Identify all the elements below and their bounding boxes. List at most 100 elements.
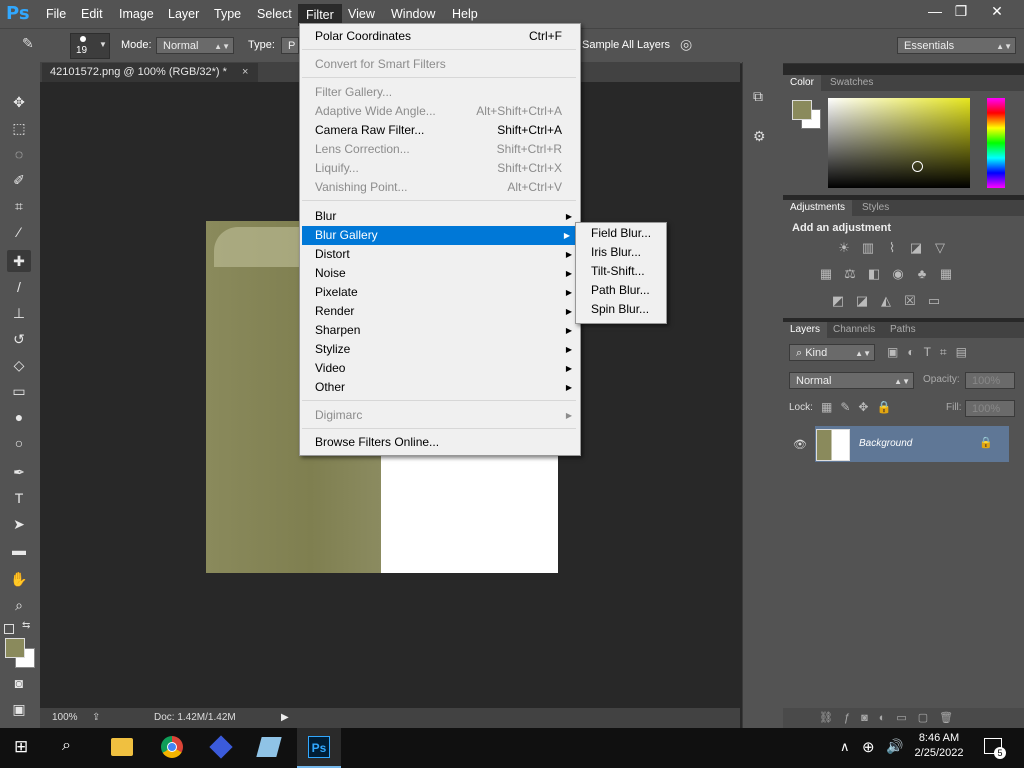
healing-brush-tool-icon[interactable]: ✚ <box>7 250 31 272</box>
network-icon[interactable]: ⊕ <box>862 738 875 756</box>
curves-icon[interactable]: ⌇ <box>884 241 900 255</box>
zoom-level[interactable]: 100% <box>52 708 78 728</box>
history-panel-icon[interactable]: ⧉ <box>753 88 773 108</box>
threshold-icon[interactable]: ◭ <box>878 294 894 308</box>
fill-field[interactable]: 100% <box>965 400 1015 417</box>
black-white-icon[interactable]: ◧ <box>866 267 882 281</box>
hand-tool-icon[interactable]: ✋ <box>7 568 31 590</box>
menu-item-path-blur[interactable]: Path Blur... <box>576 281 666 300</box>
blur-tool-icon[interactable]: ● <box>7 406 31 428</box>
hue-saturation-icon[interactable]: ▦ <box>818 267 834 281</box>
menu-item-stylize[interactable]: Stylize ▶ <box>300 340 580 359</box>
history-brush-tool-icon[interactable]: ↺ <box>7 328 31 350</box>
menu-item-camera-raw-filter[interactable]: Camera Raw Filter... Shift+Ctrl+A <box>300 121 580 140</box>
close-button[interactable]: ✕ <box>982 1 1012 21</box>
menu-layer[interactable]: Layer <box>161 4 206 24</box>
layer-action-icons[interactable]: ⛓ƒ◙◐▭▢🗑 <box>819 711 964 724</box>
workspace-select[interactable]: Essentials ▲▼ <box>897 37 1016 54</box>
pressure-icon[interactable]: ◎ <box>680 36 698 54</box>
brush-picker[interactable]: 19 ▼ <box>70 33 110 59</box>
exposure-icon[interactable]: ◪ <box>908 241 924 255</box>
photo-filter-icon[interactable]: ◉ <box>890 267 906 281</box>
pen-tool-icon[interactable]: ✒ <box>7 461 31 483</box>
sample-all-layers-label[interactable]: Sample All Layers <box>582 39 670 51</box>
app-notes-icon[interactable] <box>256 737 282 757</box>
fg-color-chip[interactable] <box>792 100 812 120</box>
menu-item-tilt-shift[interactable]: Tilt-Shift... <box>576 262 666 281</box>
color-lookup-icon[interactable]: ▦ <box>938 267 954 281</box>
close-tab-icon[interactable]: × <box>242 63 248 82</box>
photoshop-taskbar-button[interactable]: Ps <box>297 728 341 768</box>
layer-filter-kind[interactable]: ⌕ Kind ▲▼ <box>789 344 875 361</box>
zoom-tool-icon[interactable]: ⌕ <box>7 594 31 616</box>
menu-window[interactable]: Window <box>384 4 442 24</box>
properties-panel-icon[interactable]: ⚙ <box>753 128 773 148</box>
menu-item-liquify[interactable]: Liquify... Shift+Ctrl+X <box>300 159 580 178</box>
menu-item-convert-smart-filters[interactable]: Convert for Smart Filters <box>300 55 580 74</box>
menu-item-render[interactable]: Render ▶ <box>300 302 580 321</box>
blend-mode-select[interactable]: Normal ▲▼ <box>789 372 914 389</box>
menu-item-field-blur[interactable]: Field Blur... <box>576 224 666 243</box>
search-icon[interactable]: ⌕ <box>62 737 71 755</box>
menu-item-last-filter[interactable]: Polar Coordinates Ctrl+F <box>300 27 580 46</box>
brightness-icon[interactable]: ☀ <box>836 241 852 255</box>
eyedropper-tool-icon[interactable]: ⁄ <box>7 221 31 243</box>
foreground-color-swatch[interactable] <box>5 638 25 658</box>
status-menu-arrow-icon[interactable]: ▶ <box>281 708 289 728</box>
menu-help[interactable]: Help <box>445 4 485 24</box>
dodge-tool-icon[interactable]: ○ <box>7 432 31 454</box>
menu-item-pixelate[interactable]: Pixelate ▶ <box>300 283 580 302</box>
menu-item-iris-blur[interactable]: Iris Blur... <box>576 243 666 262</box>
tab-adjustments[interactable]: Adjustments <box>783 200 853 216</box>
invert-icon[interactable]: ◩ <box>830 294 846 308</box>
menu-item-distort[interactable]: Distort ▶ <box>300 245 580 264</box>
app-cube-icon[interactable] <box>209 735 233 759</box>
menu-view[interactable]: View <box>341 4 382 24</box>
tab-swatches[interactable]: Swatches <box>823 75 880 91</box>
clock[interactable]: 8:46 AM 2/25/2022 <box>909 732 969 759</box>
channel-mixer-icon[interactable]: ♣ <box>914 267 930 281</box>
levels-icon[interactable]: ▥ <box>860 241 876 255</box>
type-tool-icon[interactable]: T <box>7 487 31 509</box>
screen-mode-icon[interactable]: ▣ <box>7 698 31 720</box>
layer-filter-icons[interactable]: ▣◐T⌗▤ <box>887 345 976 360</box>
menu-item-filter-gallery[interactable]: Filter Gallery... <box>300 83 580 102</box>
stamp-tool-icon[interactable]: ⊥ <box>7 302 31 324</box>
default-colors-icon[interactable] <box>4 624 14 634</box>
menu-item-blur-gallery[interactable]: Blur Gallery ▶ <box>302 226 576 245</box>
menu-item-adaptive-wide-angle[interactable]: Adaptive Wide Angle... Alt+Shift+Ctrl+A <box>300 102 580 121</box>
export-icon[interactable]: ⇪ <box>92 708 100 728</box>
mode-select[interactable]: Normal ▲▼ <box>156 37 234 54</box>
menu-type[interactable]: Type <box>207 4 248 24</box>
healing-brush-icon[interactable]: ✎ <box>22 35 44 55</box>
gradient-tool-icon[interactable]: ▭ <box>7 380 31 402</box>
file-explorer-icon[interactable] <box>111 738 133 756</box>
menu-select[interactable]: Select <box>250 4 299 24</box>
menu-item-spin-blur[interactable]: Spin Blur... <box>576 300 666 319</box>
eraser-tool-icon[interactable]: ◇ <box>7 354 31 376</box>
menu-item-other[interactable]: Other ▶ <box>300 378 580 397</box>
tab-color[interactable]: Color <box>783 75 821 91</box>
posterize-icon[interactable]: ◪ <box>854 294 870 308</box>
vibrance-icon[interactable]: ▽ <box>932 241 948 255</box>
color-balance-icon[interactable]: ⚖ <box>842 267 858 281</box>
menu-edit[interactable]: Edit <box>74 4 110 24</box>
chevron-up-icon[interactable]: ∧ <box>840 739 850 755</box>
tab-layers[interactable]: Layers <box>783 322 828 338</box>
volume-icon[interactable]: 🔊 <box>886 738 903 755</box>
menu-item-video[interactable]: Video ▶ <box>300 359 580 378</box>
gradient-map-icon[interactable]: ▭ <box>926 294 942 308</box>
menu-item-browse-filters-online[interactable]: Browse Filters Online... <box>300 433 580 452</box>
windows-start-icon[interactable]: ⊞ <box>14 738 32 756</box>
lock-icons[interactable]: ▦✎✥🔒 <box>821 400 899 414</box>
menu-item-digimarc[interactable]: Digimarc ▶ <box>300 406 580 425</box>
selective-color-icon[interactable]: ☒ <box>902 294 918 308</box>
menu-item-sharpen[interactable]: Sharpen ▶ <box>300 321 580 340</box>
opacity-field[interactable]: 100% <box>965 372 1015 389</box>
tab-styles[interactable]: Styles <box>855 200 896 216</box>
hue-slider[interactable] <box>987 98 1005 188</box>
lasso-tool-icon[interactable]: ◌ <box>7 143 31 165</box>
swap-colors-icon[interactable]: ⇆ <box>22 620 30 631</box>
menu-file[interactable]: File <box>39 4 73 24</box>
visibility-eye-icon[interactable]: 👁 <box>793 438 807 451</box>
